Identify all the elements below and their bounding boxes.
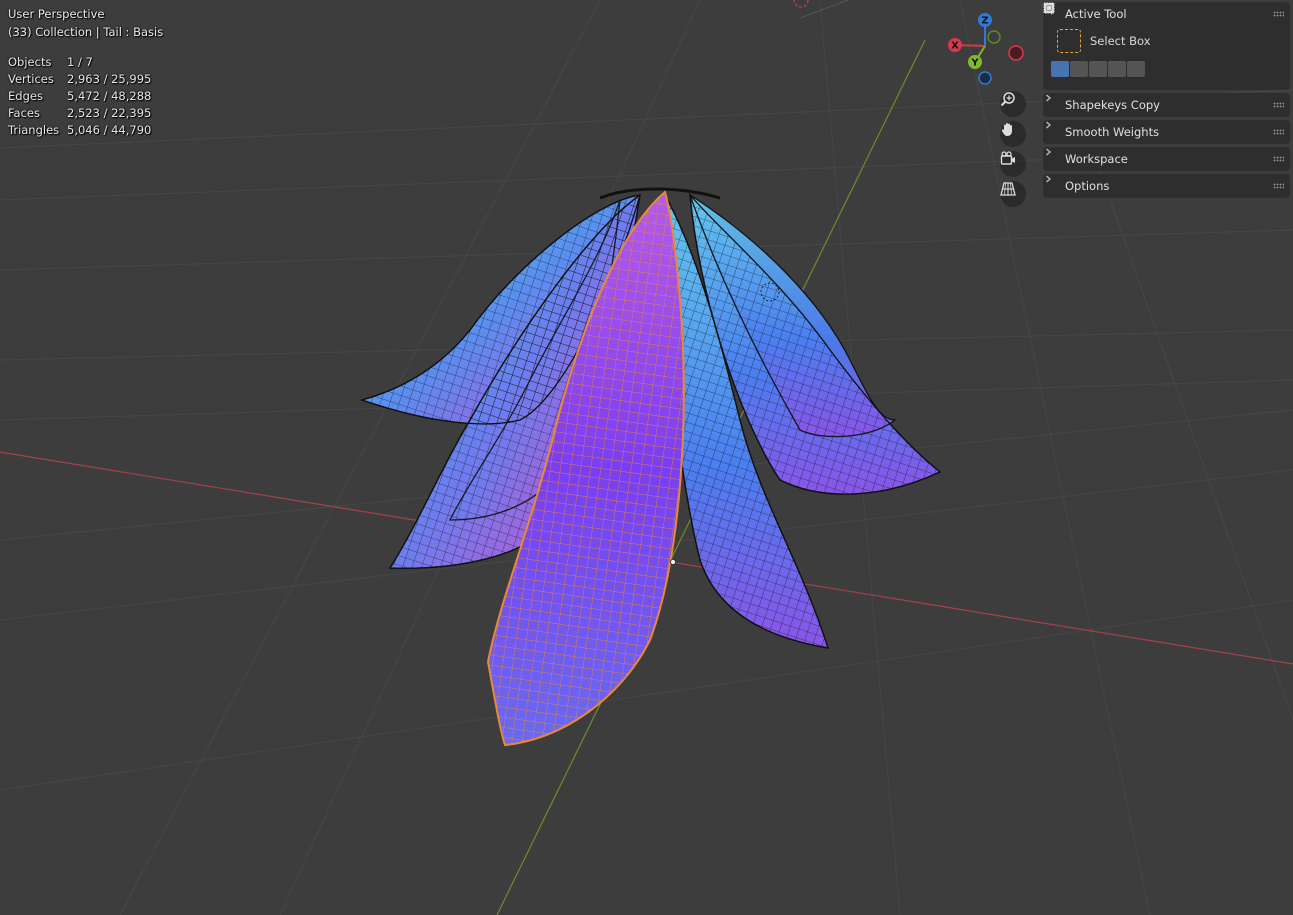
view-name: User Perspective [8,7,105,21]
panel-title: Smooth Weights [1065,125,1160,139]
workspace-panel: Workspace [1043,147,1290,171]
mode-intersect-button[interactable] [1043,2,1145,77]
mode-invert-button[interactable] [1044,3,1126,77]
stat-label: Faces [8,106,40,120]
drag-grip-icon[interactable] [1273,102,1284,108]
panel-title: Options [1065,179,1110,193]
sidebar-panel: Active Tool Select Box Shapekeys Copy Sm… [1043,0,1290,198]
hand-icon [1001,123,1012,136]
select-intersect-icon [1043,2,1055,14]
shapekeys-copy-panel: Shapekeys Copy [1043,93,1290,117]
stat-value: 1 / 7 [67,55,93,69]
chevron-right-icon [1046,175,1061,192]
navigation-gizmo[interactable]: Z X Y [940,8,1030,98]
stat-row-faces: Faces 2,523 / 22,395 [8,105,151,122]
options-header[interactable]: Options [1043,174,1290,198]
select-box-tool-button[interactable] [1046,3,1081,53]
tool-label: Select Box [1090,34,1151,48]
active-tool-row: Select Box [1043,3,1290,56]
scene-statistics: Objects 1 / 7 Vertices 2,963 / 25,995 Ed… [8,54,151,139]
drag-grip-icon[interactable] [1273,129,1284,135]
zoom-button[interactable] [1000,91,1026,117]
stat-row-triangles: Triangles 5,046 / 44,790 [8,122,151,139]
smooth-weights-panel: Smooth Weights [1043,120,1290,144]
stat-label: Objects [8,55,52,69]
selection-mode-row [1043,2,1290,82]
chevron-right-icon [1046,121,1061,138]
mode-subtract-button[interactable] [1043,3,1107,77]
grid-icon [1000,182,1016,196]
camera-view-button[interactable] [1000,151,1026,177]
stat-label: Edges [8,89,43,103]
collection-info: (33) Collection | Tail : Basis [8,25,164,39]
gizmo-label-x: X [951,41,959,52]
neg-z-axis-handle [978,71,992,85]
chevron-right-icon [1046,94,1061,111]
smooth-weights-header[interactable]: Smooth Weights [1043,120,1290,144]
drag-grip-icon[interactable] [1273,183,1284,189]
3d-viewport[interactable]: User Perspective (33) Collection | Tail … [0,0,1293,915]
panel-title: Shapekeys Copy [1065,98,1160,112]
neg-y-axis-handle [987,30,1001,44]
options-panel: Options [1043,174,1290,198]
mode-extend-button[interactable] [1044,3,1088,77]
stat-row-vertices: Vertices 2,963 / 25,995 [8,71,151,88]
neg-x-axis-handle [1008,45,1024,61]
panel-title: Active Tool [1065,7,1127,21]
drag-grip-icon[interactable] [1273,11,1284,17]
drag-grip-icon[interactable] [1273,156,1284,162]
active-tool-header[interactable]: Active Tool [1043,2,1290,26]
pan-button[interactable] [1000,121,1026,147]
stat-value: 5,472 / 48,288 [67,89,152,103]
chevron-right-icon [1046,148,1061,165]
stat-label: Vertices [8,72,54,86]
workspace-header[interactable]: Workspace [1043,147,1290,171]
gizmo-label-z: Z [981,16,988,27]
stat-value: 2,523 / 22,395 [67,106,152,120]
stat-label: Triangles [8,123,60,137]
stat-row-objects: Objects 1 / 7 [8,54,151,71]
shapekeys-copy-header[interactable]: Shapekeys Copy [1043,93,1290,117]
stat-value: 5,046 / 44,790 [67,123,152,137]
origin-marker [793,0,809,8]
mode-set-button[interactable] [1044,3,1069,77]
active-tool-panel: Active Tool Select Box [1043,2,1290,90]
stat-value: 2,963 / 25,995 [67,72,152,86]
stat-row-edges: Edges 5,472 / 48,288 [8,88,151,105]
camera-icon [1000,151,1015,165]
panel-title: Workspace [1065,152,1128,166]
gizmo-label-y: Y [970,58,979,69]
zoom-icon [1000,92,1015,107]
perspective-toggle-button[interactable] [1000,181,1026,207]
